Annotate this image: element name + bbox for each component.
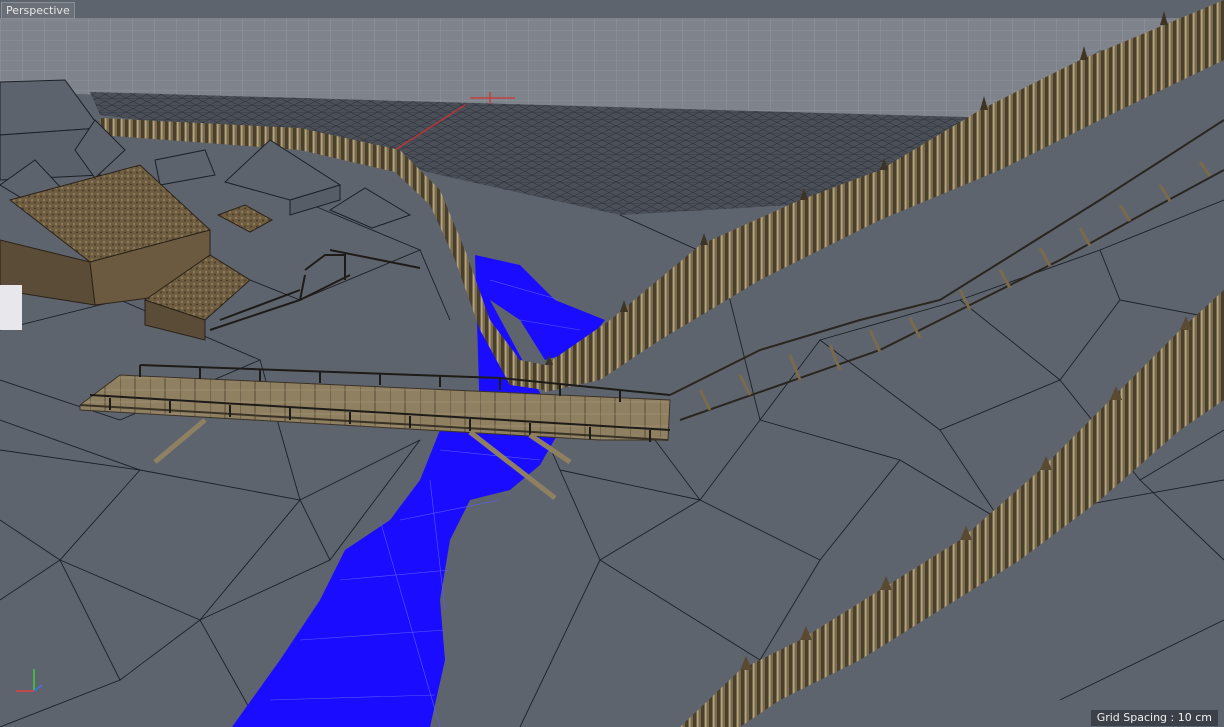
grid-spacing-readout: Grid Spacing : 10 cm xyxy=(1090,710,1218,726)
viewport-view-name[interactable]: Perspective xyxy=(1,2,75,19)
3d-viewport[interactable]: Perspective Grid Spacing : 10 cm xyxy=(0,0,1224,727)
axis-z-line xyxy=(33,684,43,692)
scene-render[interactable] xyxy=(0,0,1224,727)
axis-gizmo-icon xyxy=(16,669,43,692)
white-tent xyxy=(0,285,22,330)
